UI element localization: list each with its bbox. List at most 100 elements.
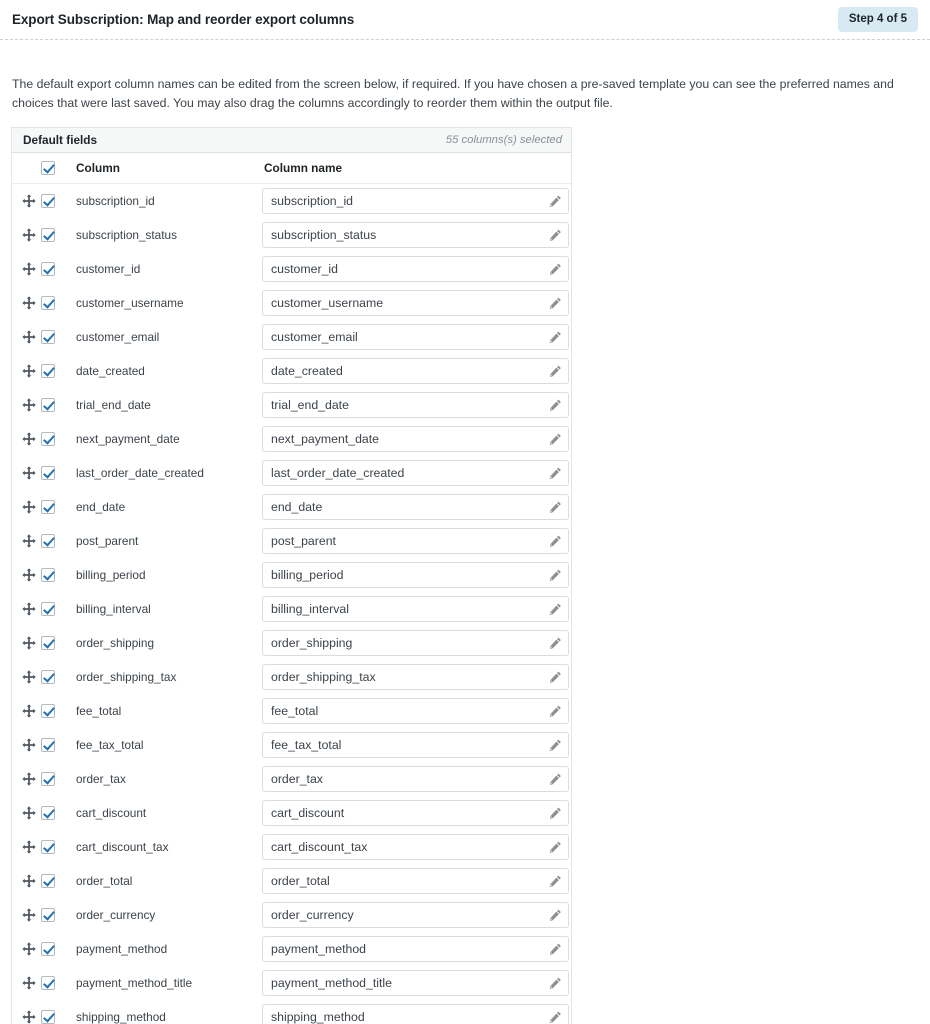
column-name-cell[interactable]	[262, 392, 571, 419]
column-name-input[interactable]	[262, 358, 569, 385]
row-checkbox-cell[interactable]	[41, 398, 64, 413]
table-row[interactable]: date_created	[12, 354, 571, 388]
row-checkbox[interactable]	[41, 806, 55, 821]
column-name-input-wrap[interactable]	[262, 868, 569, 895]
row-checkbox[interactable]	[41, 330, 55, 345]
row-checkbox-cell[interactable]	[41, 194, 64, 209]
table-row[interactable]: billing_period	[12, 558, 571, 592]
drag-move-icon[interactable]	[21, 908, 36, 922]
column-name-input[interactable]	[262, 392, 569, 419]
row-checkbox-cell[interactable]	[41, 942, 64, 957]
column-name-cell[interactable]	[262, 460, 571, 487]
drag-move-icon[interactable]	[21, 772, 36, 786]
drag-handle-cell[interactable]	[12, 364, 41, 378]
row-checkbox[interactable]	[41, 704, 55, 719]
column-name-input-wrap[interactable]	[262, 698, 569, 725]
row-checkbox-cell[interactable]	[41, 840, 64, 855]
column-name-input-wrap[interactable]	[262, 358, 569, 385]
row-checkbox[interactable]	[41, 296, 55, 311]
row-checkbox-cell[interactable]	[41, 432, 64, 447]
table-row[interactable]: subscription_status	[12, 218, 571, 252]
column-name-input-wrap[interactable]	[262, 902, 569, 929]
column-name-cell[interactable]	[262, 494, 571, 521]
drag-move-icon[interactable]	[21, 432, 36, 446]
table-row[interactable]: order_shipping_tax	[12, 660, 571, 694]
column-name-cell[interactable]	[262, 766, 571, 793]
table-row[interactable]: payment_method_title	[12, 966, 571, 1000]
row-checkbox[interactable]	[41, 534, 55, 549]
row-checkbox-cell[interactable]	[41, 262, 64, 277]
table-row[interactable]: customer_username	[12, 286, 571, 320]
row-checkbox-cell[interactable]	[41, 772, 64, 787]
drag-move-icon[interactable]	[21, 262, 36, 276]
drag-handle-cell[interactable]	[12, 228, 41, 242]
column-name-input[interactable]	[262, 800, 569, 827]
column-name-input[interactable]	[262, 596, 569, 623]
row-checkbox-cell[interactable]	[41, 1010, 64, 1024]
row-checkbox-cell[interactable]	[41, 636, 64, 651]
table-row[interactable]: shipping_method	[12, 1000, 571, 1024]
column-name-input-wrap[interactable]	[262, 766, 569, 793]
row-checkbox[interactable]	[41, 228, 55, 243]
column-name-input-wrap[interactable]	[262, 732, 569, 759]
drag-handle-cell[interactable]	[12, 262, 41, 276]
drag-move-icon[interactable]	[21, 976, 36, 990]
drag-handle-cell[interactable]	[12, 806, 41, 820]
row-checkbox-cell[interactable]	[41, 738, 64, 753]
drag-move-icon[interactable]	[21, 534, 36, 548]
drag-move-icon[interactable]	[21, 840, 36, 854]
drag-handle-cell[interactable]	[12, 840, 41, 854]
row-checkbox-cell[interactable]	[41, 602, 64, 617]
column-name-cell[interactable]	[262, 1004, 571, 1024]
table-row[interactable]: order_tax	[12, 762, 571, 796]
column-name-cell[interactable]	[262, 222, 571, 249]
column-name-cell[interactable]	[262, 732, 571, 759]
column-name-input-wrap[interactable]	[262, 392, 569, 419]
column-name-input-wrap[interactable]	[262, 834, 569, 861]
drag-move-icon[interactable]	[21, 704, 36, 718]
drag-handle-cell[interactable]	[12, 1010, 41, 1024]
column-name-input[interactable]	[262, 460, 569, 487]
row-checkbox[interactable]	[41, 942, 55, 957]
drag-move-icon[interactable]	[21, 942, 36, 956]
column-name-input-wrap[interactable]	[262, 426, 569, 453]
drag-move-icon[interactable]	[21, 1010, 36, 1024]
table-row[interactable]: last_order_date_created	[12, 456, 571, 490]
row-checkbox-cell[interactable]	[41, 466, 64, 481]
row-checkbox-cell[interactable]	[41, 330, 64, 345]
table-row[interactable]: fee_total	[12, 694, 571, 728]
drag-handle-cell[interactable]	[12, 602, 41, 616]
drag-move-icon[interactable]	[21, 602, 36, 616]
drag-move-icon[interactable]	[21, 806, 36, 820]
column-name-cell[interactable]	[262, 698, 571, 725]
drag-handle-cell[interactable]	[12, 976, 41, 990]
column-name-input[interactable]	[262, 936, 569, 963]
row-checkbox-cell[interactable]	[41, 500, 64, 515]
column-name-cell[interactable]	[262, 800, 571, 827]
drag-handle-cell[interactable]	[12, 908, 41, 922]
column-name-cell[interactable]	[262, 834, 571, 861]
column-name-input[interactable]	[262, 766, 569, 793]
row-checkbox[interactable]	[41, 738, 55, 753]
row-checkbox[interactable]	[41, 976, 55, 991]
row-checkbox[interactable]	[41, 432, 55, 447]
row-checkbox[interactable]	[41, 636, 55, 651]
column-name-cell[interactable]	[262, 256, 571, 283]
column-name-input[interactable]	[262, 698, 569, 725]
row-checkbox[interactable]	[41, 194, 55, 209]
table-row[interactable]: order_shipping	[12, 626, 571, 660]
row-checkbox[interactable]	[41, 466, 55, 481]
row-checkbox-cell[interactable]	[41, 296, 64, 311]
table-row[interactable]: customer_id	[12, 252, 571, 286]
row-checkbox[interactable]	[41, 874, 55, 889]
column-name-input-wrap[interactable]	[262, 800, 569, 827]
drag-handle-cell[interactable]	[12, 330, 41, 344]
column-name-cell[interactable]	[262, 902, 571, 929]
column-name-input-wrap[interactable]	[262, 528, 569, 555]
column-name-input[interactable]	[262, 868, 569, 895]
select-all-checkbox[interactable]	[41, 161, 55, 176]
row-checkbox[interactable]	[41, 772, 55, 787]
column-name-cell[interactable]	[262, 358, 571, 385]
row-checkbox[interactable]	[41, 500, 55, 515]
column-name-input[interactable]	[262, 1004, 569, 1024]
